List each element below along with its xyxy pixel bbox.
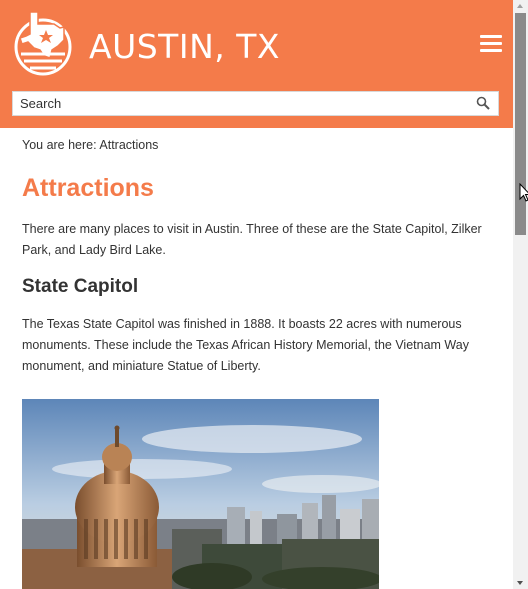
intro-paragraph: There are many places to visit in Austin…: [22, 222, 482, 257]
scroll-down-arrow-icon[interactable]: [517, 581, 523, 585]
texas-star-logo-icon[interactable]: [12, 10, 74, 78]
main-content: You are here: Attractions Attractions Th…: [0, 138, 513, 377]
site-title[interactable]: AUSTIN, TX: [89, 27, 280, 66]
search-icon[interactable]: [476, 96, 490, 110]
site-header: AUSTIN, TX: [0, 0, 513, 128]
page-title: Attractions: [22, 174, 154, 202]
search-bar: [12, 91, 499, 116]
hamburger-menu-icon[interactable]: [480, 35, 502, 53]
section-body-state-capitol: The Texas State Capitol was finished in …: [22, 317, 469, 373]
search-input[interactable]: [13, 92, 453, 115]
state-capitol-photo: [22, 399, 379, 589]
mouse-cursor-icon: [519, 183, 528, 202]
vertical-scrollbar[interactable]: [513, 0, 528, 589]
breadcrumb: You are here: Attractions: [22, 138, 159, 152]
page: AUSTIN, TX You are here: Attractions Att…: [0, 0, 513, 589]
section-heading-state-capitol: State Capitol: [22, 276, 139, 297]
scroll-up-arrow-icon[interactable]: [517, 4, 523, 8]
